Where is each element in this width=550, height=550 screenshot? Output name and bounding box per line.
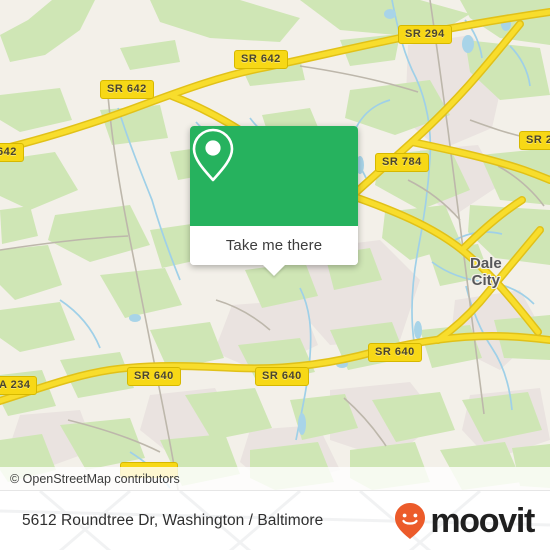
take-me-there-label: Take me there: [225, 237, 323, 254]
footer-address-text: 5612 Roundtree Dr, Washington / Baltimor…: [22, 511, 324, 529]
moovit-map-screenshot: SR 294 SR 642 SR 642 642 SR 784 SR 29 SR…: [0, 0, 550, 550]
popup-icon-panel: [190, 126, 358, 226]
footer-bar: 5612 Roundtree Dr, Washington / Baltimor…: [0, 490, 550, 550]
road-shield[interactable]: SR 784: [375, 153, 429, 172]
popup-pointer-tail: [263, 265, 285, 276]
place-label-dale-city: Dale City: [470, 255, 502, 289]
map-pin-icon: [192, 128, 234, 182]
attribution-text[interactable]: © OpenStreetMap contributors: [0, 472, 180, 486]
road-shield[interactable]: SR 29: [519, 131, 550, 150]
road-shield[interactable]: SR 640: [127, 367, 181, 386]
destination-popup-card[interactable]: Take me there: [190, 126, 358, 276]
road-shield[interactable]: SR 640: [255, 367, 309, 386]
road-shield[interactable]: SR 294: [398, 25, 452, 44]
road-shield[interactable]: SR 642: [234, 50, 288, 69]
road-shield[interactable]: SR 640: [368, 343, 422, 362]
map-canvas[interactable]: SR 294 SR 642 SR 642 642 SR 784 SR 29 SR…: [0, 0, 550, 490]
road-shield[interactable]: 642: [0, 143, 24, 162]
road-shield[interactable]: SR 642: [100, 80, 154, 99]
map-attribution-bar: © OpenStreetMap contributors: [0, 467, 550, 490]
moovit-logo[interactable]: moovit: [392, 501, 550, 541]
moovit-wordmark: moovit: [430, 501, 535, 540]
road-shield[interactable]: A 234: [0, 376, 38, 395]
popup-action-bar[interactable]: Take me there: [190, 226, 358, 276]
moovit-smile-pin-icon: [395, 502, 426, 539]
